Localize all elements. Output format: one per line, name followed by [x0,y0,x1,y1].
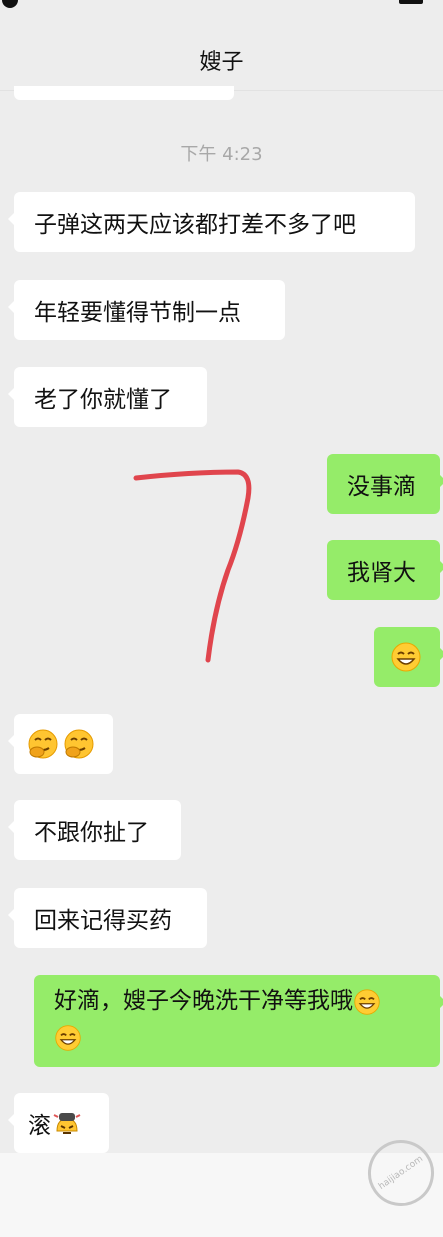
status-bar-icon [2,0,18,8]
message-bubble-outgoing[interactable]: 我肾大 [327,540,443,600]
chat-title: 嫂子 [199,50,244,75]
message-text: 年轻要懂得节制一点 [34,300,241,326]
message-text: 老了你就懂了 [34,387,172,413]
message-bubble-incoming[interactable]: 滚 [8,1093,109,1153]
message-text: 好滴，嫂子今晚洗干净等我哦 [54,988,353,1014]
previous-message-bubble [14,86,234,100]
watermark-text: haijiao.com [376,1153,425,1192]
message-bubble-incoming[interactable] [8,714,113,774]
hehe-emoji-icon [28,729,58,759]
grin-emoji-icon [391,642,421,672]
message-text: 我肾大 [347,560,416,586]
message-bubble-incoming[interactable]: 老了你就懂了 [8,367,207,427]
message-timestamp: 下午 4:23 [180,144,263,165]
message-text: 回来记得买药 [34,908,172,934]
message-bubble-incoming[interactable]: 子弹这两天应该都打差不多了吧 [8,192,415,252]
grin-emoji-icon [354,988,380,1015]
message-bubble-outgoing[interactable] [374,627,443,687]
message-text: 没事滴 [347,474,416,500]
message-bubble-incoming[interactable]: 回来记得买药 [8,888,207,948]
grin-emoji-icon [55,1024,81,1051]
hehe-emoji-icon [64,729,94,759]
chat-header: 嫂子 [0,0,443,91]
signal-icon [399,0,423,4]
message-text: 滚 [28,1113,51,1139]
red-seven-annotation [133,469,252,663]
message-bubble-incoming[interactable]: 年轻要懂得节制一点 [8,280,285,340]
message-bubble-outgoing[interactable]: 好滴，嫂子今晚洗干净等我哦 [34,975,443,1067]
message-text: 不跟你扯了 [34,820,149,846]
annoyed-emoji-icon [53,1113,81,1134]
message-text: 子弹这两天应该都打差不多了吧 [34,212,356,238]
message-bubble-incoming[interactable]: 不跟你扯了 [8,800,181,860]
message-bubble-outgoing[interactable]: 没事滴 [327,454,443,514]
